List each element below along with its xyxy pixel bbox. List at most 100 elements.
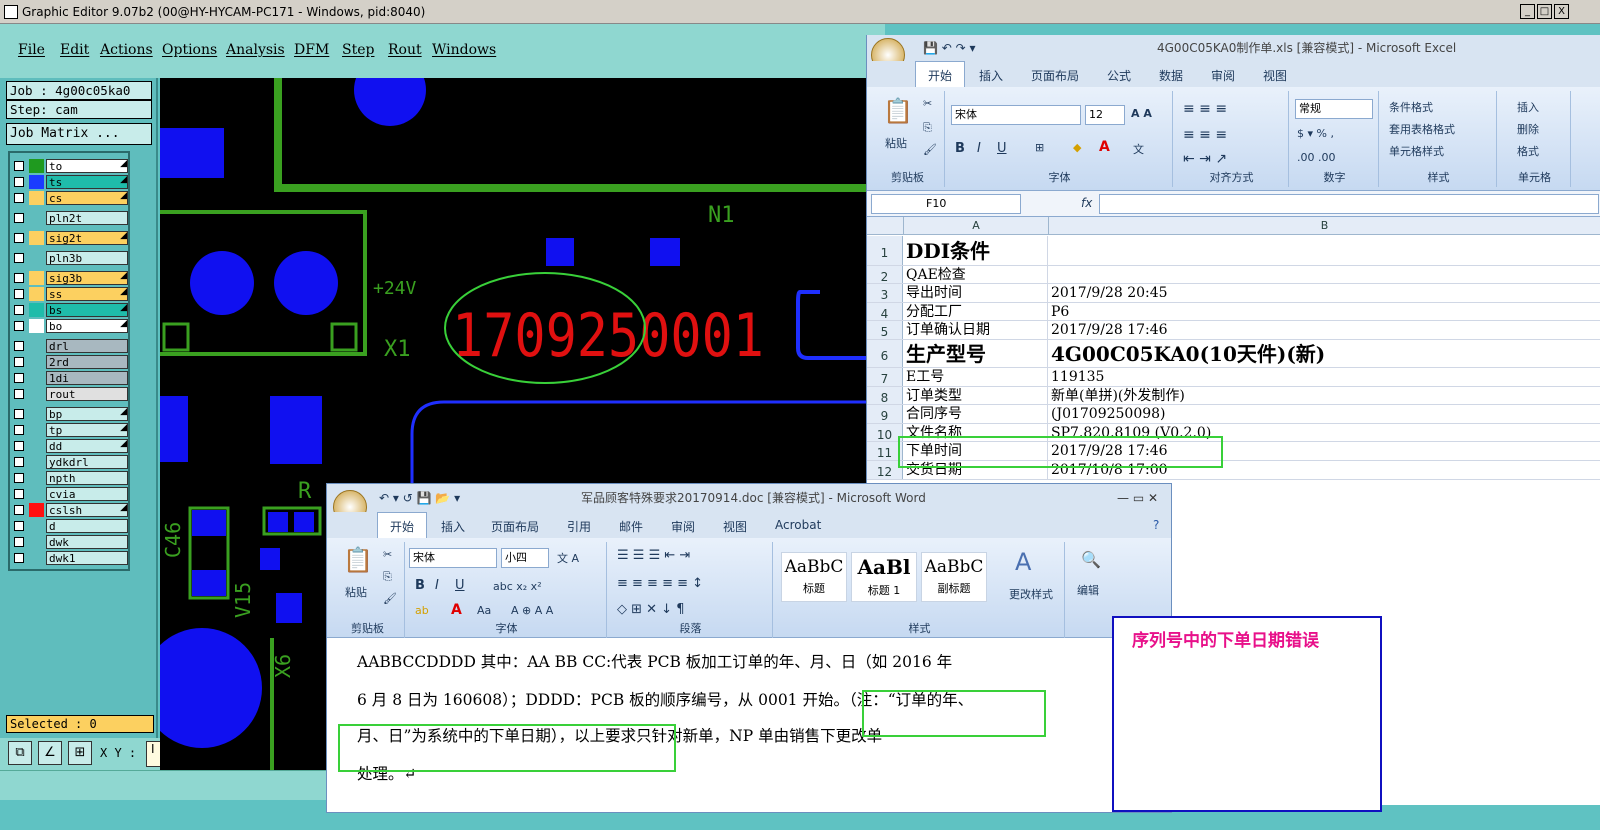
layer-checkbox[interactable] (14, 305, 24, 315)
bold-button[interactable]: B (415, 578, 425, 593)
indent-icon[interactable]: ⇤ ⇥ ↗ (1183, 151, 1227, 167)
name-box[interactable]: F10 (871, 194, 1021, 214)
row-number[interactable]: 7 (867, 368, 903, 386)
select-all-corner[interactable] (867, 217, 904, 235)
cell-b[interactable]: 2017/9/28 20:45 (1049, 284, 1599, 302)
layer-name[interactable]: dd (46, 439, 128, 453)
layer-checkbox[interactable] (14, 473, 24, 483)
cell-a[interactable]: 生产型号 (904, 340, 1048, 367)
zoom-box-icon[interactable]: ⧉ (8, 741, 32, 765)
row-number[interactable]: 5 (867, 321, 903, 339)
word-tab-acrobat[interactable]: Acrobat (775, 518, 821, 532)
align-top-icon[interactable]: ≡ ≡ ≡ (1183, 101, 1227, 117)
layer-name[interactable]: cvia (46, 487, 128, 501)
fill-color-icon[interactable]: ◆ (1073, 141, 1081, 154)
layer-name[interactable]: tp (46, 423, 128, 437)
fx-icon[interactable]: fx (1081, 196, 1092, 210)
row-number[interactable]: 3 (867, 284, 903, 302)
layer-row[interactable]: 2rd (14, 355, 128, 369)
layer-name[interactable]: to (46, 159, 128, 173)
layer-row[interactable]: sig2t ◢ (14, 231, 128, 245)
paste-icon[interactable]: 📋 (343, 546, 373, 574)
layer-row[interactable]: bs ◢ (14, 303, 128, 317)
layer-row[interactable]: to ◢ (14, 159, 128, 173)
layer-name[interactable]: 1di (46, 371, 128, 385)
row-number[interactable]: 6 (867, 340, 903, 367)
layer-checkbox[interactable] (14, 389, 24, 399)
layer-checkbox[interactable] (14, 233, 24, 243)
excel-tab-home[interactable]: 开始 (915, 61, 966, 87)
layer-checkbox[interactable] (14, 161, 24, 171)
quick-access-toolbar[interactable]: ↶ ▾ ↺ 💾 📂 ▾ (379, 484, 460, 512)
layer-row[interactable]: cvia (14, 487, 128, 501)
bold-button[interactable]: B (955, 141, 965, 156)
style-heading-1[interactable]: AaBl 标题 1 (851, 552, 917, 602)
row-number[interactable]: 1 (867, 236, 903, 265)
cell-a[interactable]: 导出时间 (904, 284, 1048, 302)
cut-icon[interactable]: ✂ (923, 97, 932, 110)
menu-options[interactable]: Options (162, 42, 217, 58)
cell-a[interactable]: 分配工厂 (904, 303, 1048, 320)
layer-name[interactable]: ss (46, 287, 128, 301)
font-color-icon[interactable]: A (1099, 139, 1110, 155)
layer-row[interactable]: dwk1 (14, 551, 128, 565)
font-name-select[interactable]: 宋体 (409, 548, 497, 568)
shading-icons[interactable]: ◇ ⊞ ✕ ↓ ¶ (617, 602, 684, 617)
layer-checkbox[interactable] (14, 253, 24, 263)
phonetic-icon[interactable]: 文 (1133, 141, 1144, 157)
quick-access-toolbar[interactable]: 💾 ↶ ↷ ▾ (923, 35, 976, 61)
restore-button[interactable]: □ (1537, 4, 1552, 19)
row-number[interactable]: 4 (867, 303, 903, 321)
menu-analysis[interactable]: Analysis (226, 42, 285, 58)
conditional-format-button[interactable]: 条件格式 (1389, 99, 1433, 115)
layer-checkbox[interactable] (14, 177, 24, 187)
layer-name[interactable]: pln3b (46, 251, 128, 265)
layer-name[interactable]: drl (46, 339, 128, 353)
layer-name[interactable]: 2rd (46, 355, 128, 369)
font-size-select[interactable]: 小四 (501, 548, 549, 568)
layer-name[interactable]: cs (46, 191, 128, 205)
font-size-select[interactable]: 12 (1085, 105, 1125, 125)
layer-row[interactable]: dd ◢ (14, 439, 128, 453)
cell-b[interactable]: 4G00C05KA0(10天件)(新) (1049, 340, 1599, 367)
cell-a[interactable]: DDI条件 (904, 236, 1048, 265)
excel-tab-insert[interactable]: 插入 (979, 67, 1003, 84)
cut-icon[interactable]: ✂ (383, 548, 392, 561)
layer-row[interactable]: ts ◢ (14, 175, 128, 189)
cell-b[interactable]: 2017/9/28 17:46 (1049, 321, 1599, 339)
style-title[interactable]: AaBbC 标题 (781, 552, 847, 602)
layer-row[interactable]: drl (14, 339, 128, 353)
decimal-icon[interactable]: .00 .00 (1297, 151, 1335, 164)
layer-checkbox[interactable] (14, 373, 24, 383)
excel-tab-review[interactable]: 审阅 (1211, 67, 1235, 84)
layer-name[interactable]: bp (46, 407, 128, 421)
italic-button[interactable]: I (977, 141, 981, 156)
copy-icon[interactable]: ⎘ (923, 121, 932, 135)
close-button[interactable]: X (1554, 4, 1569, 19)
layer-row[interactable]: 1di (14, 371, 128, 385)
layer-checkbox[interactable] (14, 357, 24, 367)
menu-edit[interactable]: Edit (60, 42, 89, 58)
layer-row[interactable]: ss ◢ (14, 287, 128, 301)
layer-row[interactable]: rout (14, 387, 128, 401)
insert-button[interactable]: 插入 (1517, 99, 1539, 115)
layer-name[interactable]: pln2t (46, 211, 128, 225)
layer-name[interactable]: cslsh (46, 503, 128, 517)
measure-icon[interactable]: ∠ (38, 741, 62, 765)
word-tab-references[interactable]: 引用 (567, 518, 591, 535)
row-number[interactable]: 8 (867, 387, 903, 405)
menu-dfm[interactable]: DFM (294, 42, 329, 58)
layer-row[interactable]: ydkdrl (14, 455, 128, 469)
menu-actions[interactable]: Actions (100, 42, 153, 58)
excel-tab-formulas[interactable]: 公式 (1107, 67, 1131, 84)
layer-checkbox[interactable] (14, 273, 24, 283)
currency-icon[interactable]: $ ▾ % , (1297, 127, 1334, 140)
layer-checkbox[interactable] (14, 289, 24, 299)
layer-name[interactable]: sig3b (46, 271, 128, 285)
cell-style-button[interactable]: 单元格样式 (1389, 143, 1444, 159)
layer-checkbox[interactable] (14, 213, 24, 223)
paste-button[interactable]: 粘贴 (885, 135, 907, 151)
layer-name[interactable]: bo (46, 319, 128, 333)
cell-a[interactable]: 订单类型 (904, 387, 1048, 404)
job-matrix-button[interactable]: Job Matrix ... (6, 123, 152, 145)
